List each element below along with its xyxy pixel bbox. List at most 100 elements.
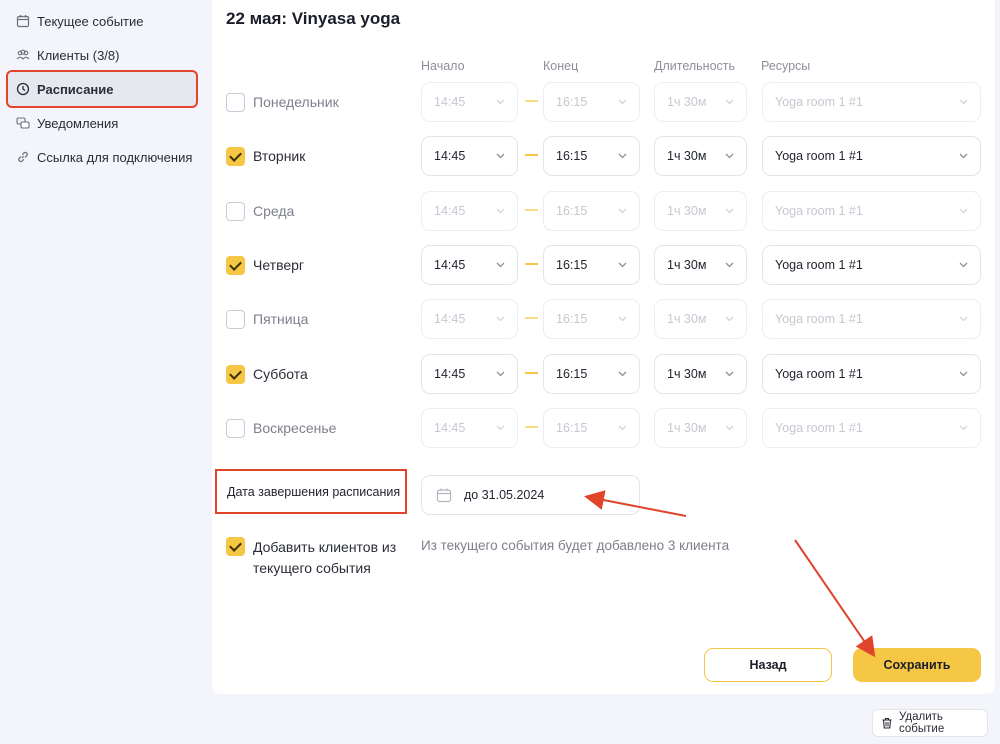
- start-time-select[interactable]: 14:45: [421, 408, 518, 448]
- chevron-down-icon: [618, 314, 627, 323]
- duration-select[interactable]: 1ч 30м: [654, 136, 747, 176]
- duration-select[interactable]: 1ч 30м: [654, 354, 747, 394]
- chevron-down-icon: [618, 151, 627, 160]
- chevron-down-icon: [496, 151, 505, 160]
- end-time-select[interactable]: 16:15: [543, 191, 640, 231]
- column-header-start: Начало: [421, 59, 465, 73]
- resource-select[interactable]: Yoga room 1 #1: [762, 299, 981, 339]
- sidebar-item-label: Ссылка для подключения: [37, 149, 193, 165]
- add-clients-checkbox[interactable]: [226, 537, 245, 556]
- sidebar-item-schedule[interactable]: Расписание: [6, 70, 198, 108]
- duration-value: 1ч 30м: [667, 149, 707, 163]
- end-time-select[interactable]: 16:15: [543, 136, 640, 176]
- chevron-down-icon: [618, 260, 627, 269]
- day-label: Воскресенье: [253, 420, 337, 436]
- chevron-down-icon: [959, 97, 968, 106]
- resource-select[interactable]: Yoga room 1 #1: [762, 136, 981, 176]
- day-label: Вторник: [253, 148, 306, 164]
- duration-value: 1ч 30м: [667, 95, 707, 109]
- end-time-select[interactable]: 16:15: [543, 245, 640, 285]
- chat-icon: [16, 116, 30, 130]
- column-header-end: Конец: [543, 59, 579, 73]
- chevron-down-icon: [725, 151, 734, 160]
- end-time-value: 16:15: [556, 312, 588, 326]
- chevron-down-icon: [725, 369, 734, 378]
- end-time-select[interactable]: 16:15: [543, 354, 640, 394]
- chevron-down-icon: [725, 314, 734, 323]
- duration-value: 1ч 30м: [667, 258, 707, 272]
- start-time-select[interactable]: 14:45: [421, 299, 518, 339]
- day-checkbox[interactable]: [226, 310, 245, 329]
- sidebar-item-label: Уведомления: [37, 115, 119, 131]
- sidebar-item-notifications[interactable]: Уведомления: [8, 106, 196, 140]
- end-time-select[interactable]: 16:15: [543, 82, 640, 122]
- chevron-down-icon: [725, 97, 734, 106]
- chevron-down-icon: [496, 206, 505, 215]
- sidebar-item-label: Клиенты (3/8): [37, 47, 120, 63]
- start-time-value: 14:45: [434, 95, 466, 109]
- duration-value: 1ч 30м: [667, 312, 707, 326]
- resource-select[interactable]: Yoga room 1 #1: [762, 191, 981, 231]
- end-date-field[interactable]: до 31.05.2024: [421, 475, 640, 515]
- page-title: 22 мая: Vinyasa yoga: [226, 9, 401, 28]
- sidebar-item-current-event[interactable]: Текущее событие: [8, 4, 196, 38]
- duration-select[interactable]: 1ч 30м: [654, 299, 747, 339]
- day-checkbox[interactable]: [226, 93, 245, 112]
- chevron-down-icon: [959, 151, 968, 160]
- time-range-dash: [525, 426, 538, 428]
- resource-select[interactable]: Yoga room 1 #1: [762, 408, 981, 448]
- schedule-row: Понедельник 14:45 16:15 1ч 30м Yoga room 1 #…: [212, 81, 995, 123]
- calendar-icon: [16, 14, 30, 28]
- add-clients-note: Из текущего события будет добавлено 3 кл…: [421, 538, 730, 553]
- start-time-select[interactable]: 14:45: [421, 354, 518, 394]
- day-checkbox[interactable]: [226, 202, 245, 221]
- schedule-end-date-label: Дата завершения расписания: [215, 469, 407, 514]
- start-time-select[interactable]: 14:45: [421, 245, 518, 285]
- calendar-icon: [436, 487, 452, 503]
- duration-select[interactable]: 1ч 30м: [654, 408, 747, 448]
- start-time-select[interactable]: 14:45: [421, 191, 518, 231]
- day-checkbox[interactable]: [226, 365, 245, 384]
- day-label: Пятница: [253, 311, 309, 327]
- sidebar-item-clients[interactable]: Клиенты (3/8): [8, 38, 196, 72]
- day-checkbox[interactable]: [226, 147, 245, 166]
- day-label: Четверг: [253, 257, 305, 273]
- resource-select[interactable]: Yoga room 1 #1: [762, 354, 981, 394]
- day-label: Суббота: [253, 366, 308, 382]
- resource-value: Yoga room 1 #1: [775, 95, 863, 109]
- chevron-down-icon: [618, 206, 627, 215]
- schedule-row: Воскресенье 14:45 16:15 1ч 30м Yoga room 1 #…: [212, 407, 995, 449]
- resource-select[interactable]: Yoga room 1 #1: [762, 82, 981, 122]
- start-time-select[interactable]: 14:45: [421, 136, 518, 176]
- day-checkbox[interactable]: [226, 256, 245, 275]
- start-time-value: 14:45: [434, 204, 466, 218]
- end-time-select[interactable]: 16:15: [543, 299, 640, 339]
- schedule-row: Среда 14:45 16:15 1ч 30м Yoga room 1 #1: [212, 190, 995, 232]
- time-range-dash: [525, 100, 538, 102]
- day-checkbox[interactable]: [226, 419, 245, 438]
- end-time-select[interactable]: 16:15: [543, 408, 640, 448]
- delete-event-button[interactable]: Удалить событие: [872, 709, 988, 737]
- time-range-dash: [525, 263, 538, 265]
- duration-select[interactable]: 1ч 30м: [654, 245, 747, 285]
- chevron-down-icon: [618, 369, 627, 378]
- resource-select[interactable]: Yoga room 1 #1: [762, 245, 981, 285]
- sidebar-item-connection-link[interactable]: Ссылка для подключения: [8, 140, 196, 174]
- resource-value: Yoga room 1 #1: [775, 204, 863, 218]
- chevron-down-icon: [496, 369, 505, 378]
- duration-value: 1ч 30м: [667, 421, 707, 435]
- schedule-row: Суббота 14:45 16:15 1ч 30м Yoga room 1 #1: [212, 353, 995, 395]
- duration-value: 1ч 30м: [667, 367, 707, 381]
- resource-value: Yoga room 1 #1: [775, 312, 863, 326]
- save-button[interactable]: Сохранить: [853, 648, 981, 682]
- end-time-value: 16:15: [556, 204, 588, 218]
- end-time-value: 16:15: [556, 258, 588, 272]
- chevron-down-icon: [618, 97, 627, 106]
- chevron-down-icon: [496, 260, 505, 269]
- start-time-value: 14:45: [434, 149, 466, 163]
- start-time-select[interactable]: 14:45: [421, 82, 518, 122]
- duration-select[interactable]: 1ч 30м: [654, 82, 747, 122]
- end-time-value: 16:15: [556, 149, 588, 163]
- back-button[interactable]: Назад: [704, 648, 832, 682]
- duration-select[interactable]: 1ч 30м: [654, 191, 747, 231]
